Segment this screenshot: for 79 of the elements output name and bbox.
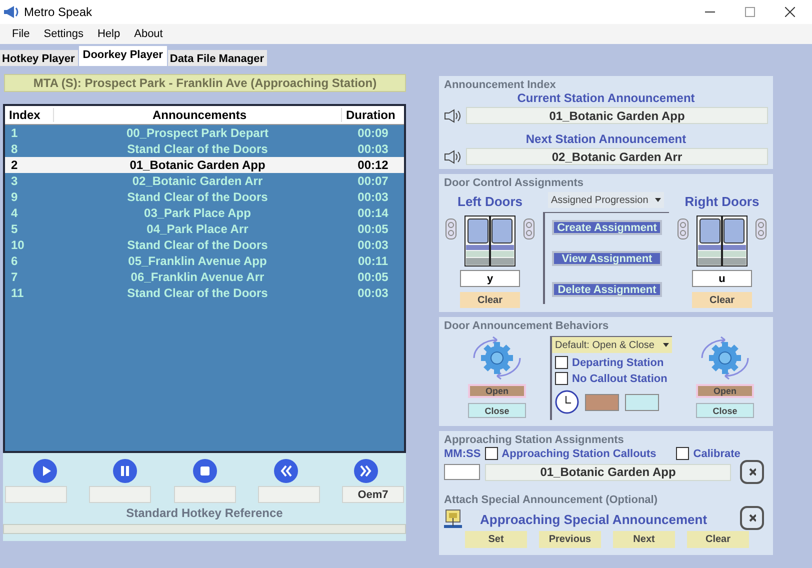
menu-item[interactable]: Settings bbox=[38, 28, 90, 40]
close-button[interactable]: Close bbox=[468, 403, 526, 418]
assignment-button[interactable]: Delete Assignment bbox=[552, 282, 662, 297]
clear-button[interactable] bbox=[740, 460, 764, 484]
pause-icon[interactable] bbox=[113, 459, 138, 483]
time-field[interactable] bbox=[444, 464, 480, 480]
key-field[interactable]: u bbox=[692, 270, 752, 287]
announcement-field[interactable]: 01_Botanic Garden App bbox=[485, 464, 731, 480]
panel-title: Announcement Index bbox=[444, 79, 557, 91]
checkbox-label: No Callout Station bbox=[572, 372, 668, 384]
menu-item[interactable]: File bbox=[6, 28, 36, 40]
checkbox-label: Calibrate bbox=[693, 448, 740, 460]
app-icon bbox=[3, 5, 19, 19]
clear-button[interactable]: Clear bbox=[692, 292, 752, 308]
tab[interactable]: Doorkey Player bbox=[78, 46, 167, 66]
behavior-dropdown[interactable]: Default: Open & Close bbox=[552, 337, 672, 353]
color-swatch[interactable] bbox=[585, 394, 619, 410]
key-field[interactable]: y bbox=[460, 270, 520, 287]
announcement-field[interactable]: 01_Botanic Garden App bbox=[466, 107, 768, 124]
time-label: MM:SS bbox=[444, 448, 481, 460]
column-header: Duration bbox=[345, 108, 396, 122]
doors-label: Right Doors bbox=[684, 194, 760, 209]
tab[interactable]: Hotkey Player bbox=[0, 50, 78, 66]
play-icon[interactable] bbox=[33, 459, 58, 483]
menu-item[interactable]: About bbox=[128, 28, 169, 40]
attach-icon[interactable] bbox=[444, 509, 462, 529]
doors-label: Left Doors bbox=[458, 194, 522, 209]
action-button[interactable]: Clear bbox=[687, 531, 749, 548]
close-icon bbox=[748, 513, 756, 523]
action-button[interactable]: Set bbox=[465, 531, 527, 548]
close-button[interactable]: Close bbox=[696, 403, 754, 418]
panel-title: Approaching Station Assignments bbox=[444, 434, 625, 446]
checkbox[interactable] bbox=[555, 372, 568, 385]
hotkey-field[interactable]: Oem7 bbox=[342, 486, 404, 503]
fast-forward-icon[interactable] bbox=[354, 459, 378, 483]
caret-icon bbox=[663, 343, 669, 347]
speaker-icon[interactable] bbox=[444, 150, 462, 164]
route-banner: MTA (S): Prospect Park - Franklin Ave (Approaching Station) bbox=[4, 74, 406, 92]
section-title: Attach Special Announcement (Optional) bbox=[444, 494, 658, 506]
hotkey-field[interactable] bbox=[5, 486, 67, 503]
hotkey-reference-label: Standard Hotkey Reference bbox=[125, 506, 284, 520]
window-title: Metro Speak bbox=[24, 5, 92, 19]
panel-title: Door Control Assignments bbox=[444, 177, 585, 189]
current-label: Current Station Announcement bbox=[516, 91, 696, 105]
special-announcement-label: Approaching Special Announcement bbox=[480, 512, 708, 526]
column-header: Index bbox=[8, 108, 42, 122]
close-icon[interactable] bbox=[785, 7, 795, 17]
checkbox-label: Departing Station bbox=[572, 356, 664, 368]
hotkey-field[interactable] bbox=[174, 486, 236, 503]
next-label: Next Station Announcement bbox=[524, 132, 688, 146]
checkbox[interactable] bbox=[676, 447, 690, 460]
close-icon bbox=[748, 467, 756, 477]
clock-icon[interactable] bbox=[555, 390, 579, 414]
stop-icon[interactable] bbox=[193, 459, 218, 483]
assignment-button[interactable]: Create Assignment bbox=[552, 220, 662, 235]
panel-title: Door Announcement Behaviors bbox=[444, 320, 610, 332]
assignment-button[interactable]: View Assignment bbox=[552, 251, 662, 266]
rewind-icon[interactable] bbox=[274, 459, 298, 483]
hotkey-field[interactable] bbox=[89, 486, 152, 503]
action-button[interactable]: Next bbox=[613, 531, 675, 548]
announcement-field[interactable]: 02_Botanic Garden Arr bbox=[466, 148, 768, 165]
clear-button[interactable]: Clear bbox=[460, 292, 520, 308]
checkbox-label: Approaching Station Callouts bbox=[502, 448, 656, 460]
checkbox[interactable] bbox=[484, 447, 498, 460]
door-icon bbox=[445, 215, 535, 267]
column-header: Announcements bbox=[53, 108, 342, 122]
maximize-icon[interactable] bbox=[745, 7, 755, 17]
hotkey-field[interactable] bbox=[258, 486, 320, 503]
action-button[interactable]: Previous bbox=[539, 531, 601, 548]
checkbox[interactable] bbox=[555, 356, 568, 369]
color-swatch[interactable] bbox=[625, 394, 659, 410]
caret-icon bbox=[655, 198, 661, 202]
speaker-icon[interactable] bbox=[444, 108, 462, 122]
menu-item[interactable]: Help bbox=[91, 28, 126, 40]
playlist-row[interactable]: 2 01_Botanic Garden App 00:12 bbox=[5, 157, 404, 173]
clear-button[interactable] bbox=[740, 506, 764, 530]
tab[interactable]: Data File Manager bbox=[168, 50, 268, 66]
progression-dropdown[interactable]: Assigned Progression bbox=[548, 192, 664, 208]
door-icon bbox=[677, 215, 767, 267]
